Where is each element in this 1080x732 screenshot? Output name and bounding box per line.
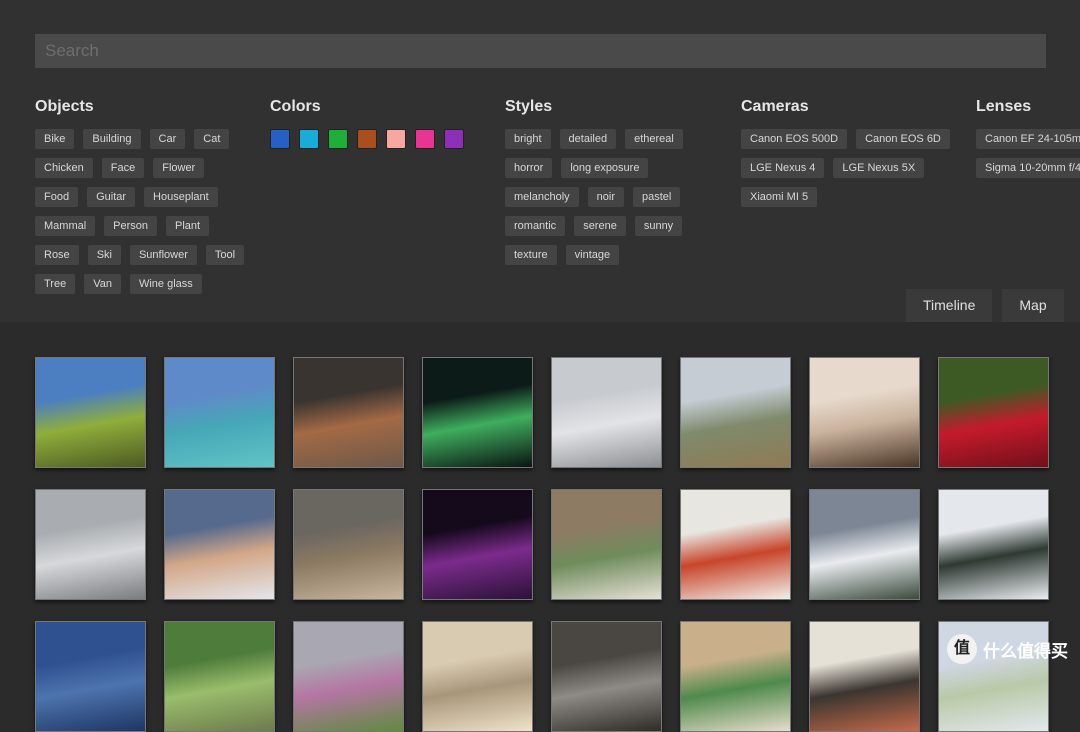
tag-styles-item[interactable]: texture	[505, 245, 557, 265]
photo-thumbnail-succulent-cat-pot[interactable]	[551, 489, 662, 600]
tag-styles-item[interactable]: long exposure	[561, 158, 649, 178]
tag-list-lenses: Canon EF 24-105mm Sigma 10-20mm f/4-	[976, 129, 1080, 178]
search-input[interactable]	[35, 34, 1046, 68]
color-swatch[interactable]	[386, 129, 406, 149]
tag-objects-item[interactable]: Plant	[166, 216, 210, 236]
photo-thumbnail-ski-slope[interactable]	[551, 357, 662, 468]
tag-objects-item[interactable]: Tool	[205, 245, 245, 265]
photo-thumbnail-winter-sunset[interactable]	[164, 489, 275, 600]
watermark-text: 什么值得买	[983, 641, 1068, 661]
color-swatch[interactable]	[357, 129, 377, 149]
tag-objects-item[interactable]: Ski	[87, 245, 121, 265]
tag-objects-item[interactable]: Rose	[35, 245, 79, 265]
tag-objects-item[interactable]: Face	[101, 158, 145, 178]
photo-thumbnail-concert[interactable]	[422, 489, 533, 600]
photo-thumbnail-sushi-plate[interactable]	[809, 621, 920, 732]
facet-title-cameras: Cameras	[741, 98, 809, 115]
tag-styles-item[interactable]: vintage	[565, 245, 620, 265]
tag-objects-item[interactable]: Wine glass	[129, 274, 202, 294]
tag-objects-item[interactable]: Chicken	[35, 158, 93, 178]
tag-list-cameras: Canon EOS 500D Canon EOS 6D LGE Nexus 4 LGE…	[741, 129, 951, 207]
tag-cameras-item[interactable]: Canon EOS 6D	[856, 129, 950, 149]
tab-timeline[interactable]: Timeline	[906, 289, 993, 322]
tag-objects-item[interactable]: Cat	[194, 129, 230, 149]
tag-objects-item[interactable]: Food	[35, 187, 79, 207]
tag-objects-item[interactable]: Van	[84, 274, 121, 294]
tag-styles-item[interactable]: bright	[505, 129, 551, 149]
tag-objects-item[interactable]: Mammal	[35, 216, 96, 236]
tag-list-styles: bright detailed ethereal horror long exposur…	[505, 129, 685, 265]
tag-styles-item[interactable]: ethereal	[625, 129, 683, 149]
view-tabs: Timeline Map	[906, 289, 1064, 322]
watermark: 值 什么值得买	[947, 634, 1068, 664]
photo-thumbnail-green-plant[interactable]	[164, 621, 275, 732]
facet-styles: Styles bright detailed ethereal horror long …	[505, 98, 685, 265]
tag-objects-item[interactable]: Building	[83, 129, 141, 149]
photo-thumbnail-soup-bowl[interactable]	[293, 357, 404, 468]
facet-title-objects: Objects	[35, 98, 94, 115]
tag-styles-item[interactable]: melancholy	[505, 187, 579, 207]
tag-lenses-item[interactable]: Sigma 10-20mm f/4-	[976, 158, 1080, 178]
tag-cameras-item[interactable]: LGE Nexus 4	[741, 158, 825, 178]
photo-thumbnail-lake-valley[interactable]	[164, 357, 275, 468]
facet-lenses: Lenses Canon EF 24-105mm Sigma 10-20mm f/…	[976, 98, 1080, 178]
photo-thumbnail-countryside[interactable]	[680, 357, 791, 468]
facet-title-lenses: Lenses	[976, 98, 1032, 115]
tag-objects-item[interactable]: Flower	[153, 158, 205, 178]
tag-objects-item[interactable]: Houseplant	[144, 187, 218, 207]
photo-thumbnail-blue-sky[interactable]	[35, 621, 146, 732]
photo-thumbnail-house-flowers[interactable]	[293, 621, 404, 732]
photo-thumbnail-plated-dish[interactable]	[680, 489, 791, 600]
tag-list-objects: Bike Building Car Cat Chicken Face Flower Food G…	[35, 129, 245, 294]
watermark-logo-icon: 值	[947, 634, 977, 664]
color-swatch[interactable]	[444, 129, 464, 149]
photo-thumbnail-snow-forest[interactable]	[938, 489, 1049, 600]
tag-cameras-item[interactable]: Xiaomi MI 5	[741, 187, 818, 207]
photo-thumbnail-siamese-cat[interactable]	[809, 357, 920, 468]
tag-lenses-item[interactable]: Canon EF 24-105mm	[976, 129, 1080, 149]
photo-thumbnail-chickens-cage[interactable]	[551, 621, 662, 732]
tag-objects-item[interactable]: Tree	[35, 274, 76, 294]
filter-panel: Objects Bike Building Car Cat Chicken Face Flo…	[0, 0, 1080, 322]
tab-map[interactable]: Map	[1002, 289, 1064, 322]
tag-styles-item[interactable]: detailed	[559, 129, 617, 149]
color-swatch[interactable]	[299, 129, 319, 149]
photo-thumbnail-snowy-mountain[interactable]	[809, 489, 920, 600]
color-swatch[interactable]	[415, 129, 435, 149]
photo-thumbnail-snowy-road[interactable]	[35, 489, 146, 600]
facet-colors: Colors	[270, 98, 490, 149]
color-swatch-list	[270, 129, 490, 149]
tag-styles-item[interactable]: sunny	[634, 216, 683, 236]
tag-objects-item[interactable]: Guitar	[87, 187, 136, 207]
tag-cameras-item[interactable]: LGE Nexus 5X	[833, 158, 925, 178]
tag-styles-item[interactable]: horror	[505, 158, 553, 178]
tag-objects-item[interactable]: Bike	[35, 129, 75, 149]
facet-title-styles: Styles	[505, 98, 553, 115]
tag-objects-item[interactable]: Sunflower	[129, 245, 197, 265]
tag-styles-item[interactable]: pastel	[632, 187, 681, 207]
photo-thumbnail-van[interactable]	[35, 357, 146, 468]
facet-title-colors: Colors	[270, 98, 321, 115]
tag-cameras-item[interactable]: Canon EOS 500D	[741, 129, 848, 149]
photo-thumbnail-sushi-rolling[interactable]	[680, 621, 791, 732]
tag-objects-item[interactable]: Car	[149, 129, 186, 149]
facet-objects: Objects Bike Building Car Cat Chicken Face Flo…	[35, 98, 245, 294]
tag-styles-item[interactable]: romantic	[505, 216, 566, 236]
photo-thumbnail-chicks[interactable]	[422, 621, 533, 732]
facet-cameras: Cameras Canon EOS 500D Canon EOS 6D LGE Ne…	[741, 98, 951, 207]
color-swatch[interactable]	[328, 129, 348, 149]
photo-thumbnail-hedgehog[interactable]	[293, 489, 404, 600]
tag-objects-item[interactable]: Person	[104, 216, 158, 236]
photo-thumbnail-aurora[interactable]	[422, 357, 533, 468]
tag-styles-item[interactable]: serene	[574, 216, 626, 236]
tag-styles-item[interactable]: noir	[587, 187, 624, 207]
color-swatch[interactable]	[270, 129, 290, 149]
photo-thumbnail-red-roses[interactable]	[938, 357, 1049, 468]
